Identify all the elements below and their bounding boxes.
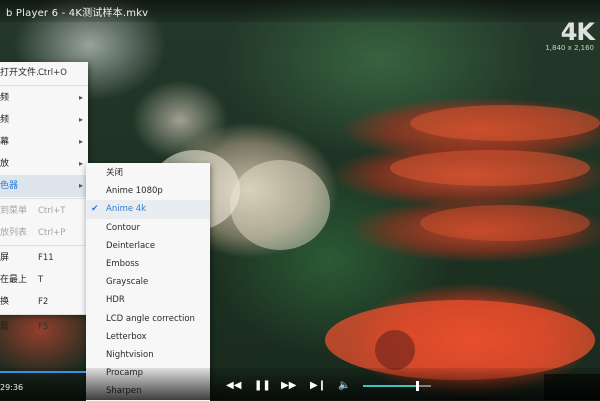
shader-option[interactable]: Grayscale xyxy=(86,273,210,291)
menu-item-label: 到菜单 xyxy=(0,206,28,216)
pause-icon[interactable]: ❚❚ xyxy=(254,380,271,392)
4k-badge: 4K xyxy=(560,18,595,46)
menu-item-label: 置 xyxy=(0,322,10,332)
context-menu-item[interactable]: 打开文件... Ctrl+O xyxy=(0,62,88,84)
shader-option[interactable]: Emboss xyxy=(86,255,210,273)
chevron-right-icon: ▸ xyxy=(78,115,83,124)
shader-option-label: Nightvision xyxy=(106,349,154,360)
shader-option[interactable]: 关闭 xyxy=(86,164,210,182)
chevron-right-icon: ▸ xyxy=(78,93,83,102)
shader-option-label: Letterbox xyxy=(106,331,147,342)
shader-option-label: LCD angle correction xyxy=(106,313,195,324)
menu-separator xyxy=(0,198,88,199)
shader-option-label: Anime 4k xyxy=(106,204,147,215)
menu-item-shortcut: Ctrl+T xyxy=(38,206,66,216)
context-menu-item[interactable]: 置 F5 xyxy=(0,316,88,338)
menu-item-label: 频 xyxy=(0,93,10,103)
shader-submenu: 关闭 Anime 1080p ✔ Anime 4k Contour Deinterlace… xyxy=(86,163,210,401)
shader-option-label: Emboss xyxy=(106,258,140,269)
menu-item-shortcut: F5 xyxy=(38,322,49,332)
context-menu-item[interactable]: 色器 ▸ xyxy=(0,175,88,197)
seek-progress-bar[interactable] xyxy=(0,371,86,373)
shader-option[interactable]: LCD angle correction xyxy=(86,310,210,328)
checkmark-icon: ✔ xyxy=(91,204,99,215)
shader-option-label: Deinterlace xyxy=(106,240,156,251)
chevron-right-icon: ▸ xyxy=(78,137,83,146)
context-menu-item[interactable]: 在最上 T xyxy=(0,269,88,291)
context-menu-item[interactable]: 幕 ▸ xyxy=(0,131,88,153)
shader-option-label: 关闭 xyxy=(106,168,124,178)
context-menu-item[interactable]: 放 ▸ xyxy=(0,153,88,175)
menu-separator xyxy=(0,85,88,86)
shader-option[interactable]: Contour xyxy=(86,219,210,237)
shader-option[interactable]: ✔ Anime 4k xyxy=(86,200,210,219)
title-bar[interactable]: b Player 6 - 4K测试样本.mkv xyxy=(0,0,600,22)
context-menu-item[interactable]: 到菜单 Ctrl+T xyxy=(0,200,88,222)
context-menu-item[interactable]: 频 ▸ xyxy=(0,109,88,131)
next-icon[interactable]: ▶❙ xyxy=(310,380,326,392)
chevron-right-icon: ▸ xyxy=(78,159,83,168)
menu-item-label: 频 xyxy=(0,115,10,125)
menu-separator xyxy=(0,314,88,315)
menu-item-label: 色器 xyxy=(0,181,19,191)
shader-option-label: Anime 1080p xyxy=(106,186,163,197)
menu-item-shortcut: F2 xyxy=(38,297,49,307)
fullscreen-area[interactable] xyxy=(544,374,600,400)
menu-item-shortcut: T xyxy=(38,275,44,285)
shader-option-label: HDR xyxy=(106,295,125,306)
shader-option-label: Contour xyxy=(106,222,140,233)
shader-option[interactable]: Anime 1080p xyxy=(86,182,210,200)
resolution-label: 1,840 x 2,160 xyxy=(545,44,594,52)
menu-item-label: 幕 xyxy=(0,137,10,147)
shader-option[interactable]: Nightvision xyxy=(86,346,210,364)
menu-item-label: 放列表 xyxy=(0,228,28,238)
menu-item-shortcut: Ctrl+O xyxy=(38,68,67,78)
menu-item-label: 换 xyxy=(0,297,10,307)
shader-option[interactable]: Deinterlace xyxy=(86,237,210,255)
volume-handle[interactable] xyxy=(416,381,419,391)
control-bar xyxy=(0,368,600,400)
shader-option-label: Grayscale xyxy=(106,277,149,288)
menu-item-shortcut: F11 xyxy=(38,253,54,263)
context-menu-item[interactable]: 屏 F11 xyxy=(0,247,88,269)
elapsed-time: 29:36 xyxy=(0,383,24,392)
window-title: b Player 6 - 4K测试样本.mkv xyxy=(6,8,149,19)
volume-icon[interactable]: 🔈 xyxy=(338,380,350,392)
menu-item-shortcut: Ctrl+P xyxy=(38,228,66,238)
shrimp xyxy=(420,205,590,241)
menu-separator xyxy=(0,245,88,246)
rewind-icon[interactable]: ◀◀ xyxy=(226,380,241,392)
context-menu-item[interactable]: 换 F2 xyxy=(0,291,88,313)
shader-option[interactable]: HDR xyxy=(86,291,210,309)
context-menu: 打开文件... Ctrl+O 频 ▸ 频 ▸ 幕 ▸ 放 ▸ 色器 ▸ 到菜单 Ctrl+T 放列表 Ctrl… xyxy=(0,62,88,332)
menu-item-label: 放 xyxy=(0,159,10,169)
fast-forward-icon[interactable]: ▶▶ xyxy=(281,380,296,392)
menu-item-label: 在最上 xyxy=(0,275,28,285)
shrimp xyxy=(410,105,600,141)
menu-item-label: 屏 xyxy=(0,253,10,263)
context-menu-item[interactable]: 放列表 Ctrl+P xyxy=(0,222,88,244)
scallop-shell xyxy=(230,160,330,250)
volume-slider[interactable] xyxy=(363,381,431,391)
volume-level xyxy=(363,385,417,387)
fish-eye xyxy=(375,330,415,370)
context-menu-item[interactable]: 频 ▸ xyxy=(0,87,88,109)
chevron-right-icon: ▸ xyxy=(78,181,83,190)
shrimp xyxy=(390,150,590,186)
shader-option[interactable]: Letterbox xyxy=(86,328,210,346)
